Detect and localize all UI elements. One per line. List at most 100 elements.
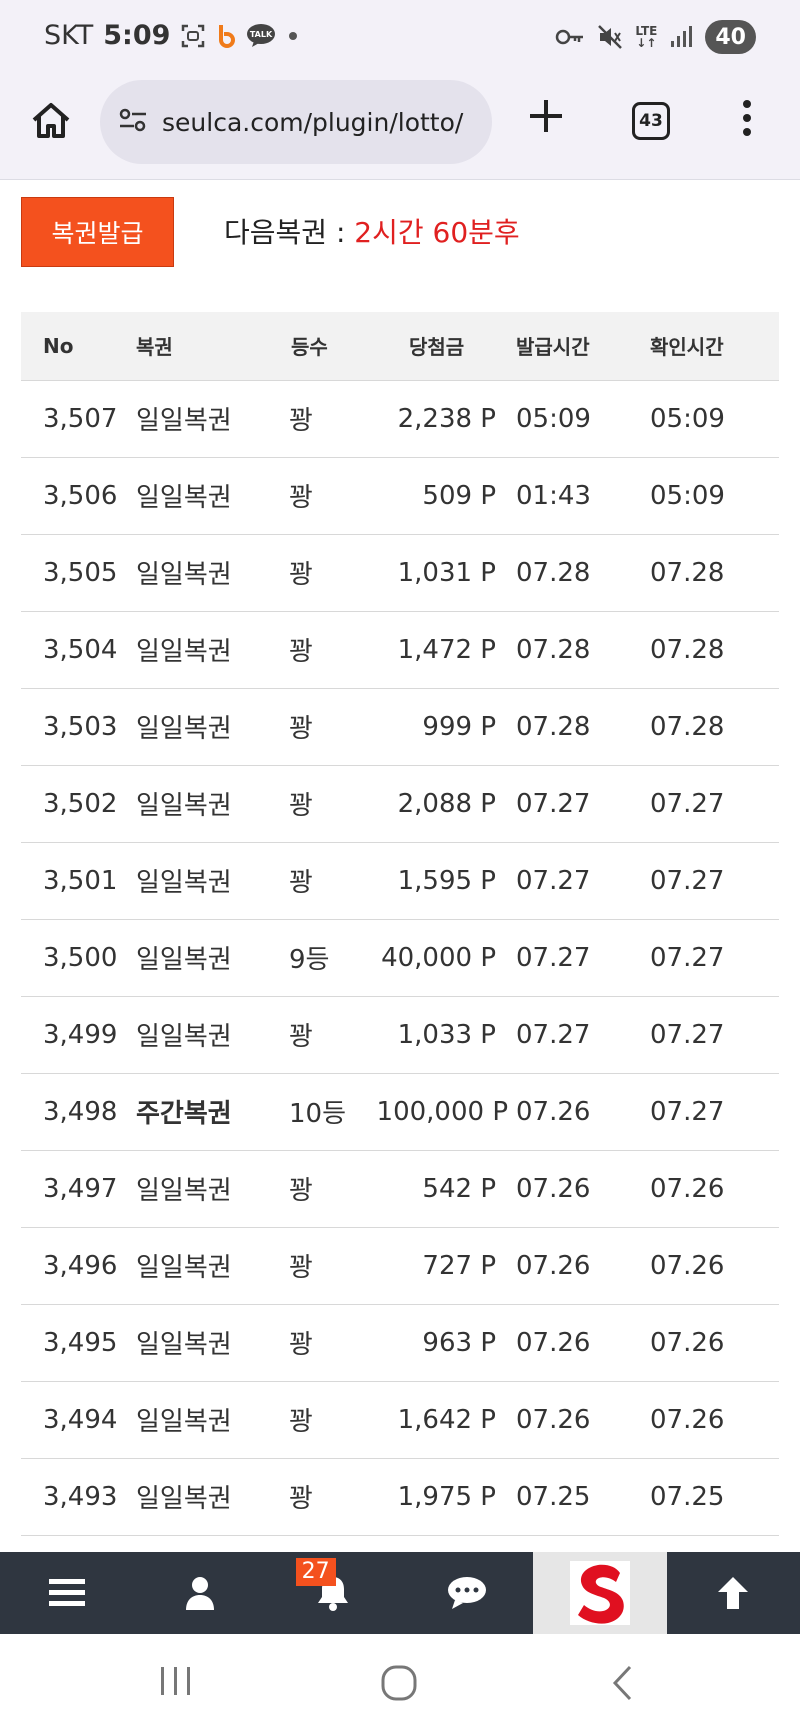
cell-type: 일일복권	[134, 380, 277, 458]
more-menu-icon[interactable]	[742, 100, 752, 140]
nav-scroll-top-button[interactable]	[667, 1552, 800, 1634]
cell-issued: 07.28	[508, 688, 634, 766]
cell-prize: 1,031 P	[375, 534, 508, 612]
home-button[interactable]	[28, 98, 74, 144]
cell-rank: 꽝	[277, 457, 375, 535]
cell-checked: 07.28	[634, 688, 779, 766]
cell-rank: 꽝	[277, 1304, 375, 1382]
table-row: 3,507 일일복권 꽝 2,238 P 05:09 05:09	[21, 380, 779, 458]
nav-site-logo[interactable]	[533, 1552, 667, 1634]
cell-checked: 05:09	[634, 380, 779, 458]
cell-type: 일일복권	[134, 534, 277, 612]
arrow-up-icon	[718, 1577, 749, 1609]
cell-no: 3,503	[21, 688, 134, 766]
cell-checked: 05:09	[634, 457, 779, 535]
cell-type: 일일복권	[134, 919, 277, 997]
network-type: LTE ↓↑	[635, 24, 658, 50]
cell-prize: 1,595 P	[375, 842, 508, 920]
cell-checked: 07.26	[634, 1150, 779, 1228]
column-header-rank: 등수	[277, 312, 375, 381]
signal-icon	[669, 25, 693, 49]
table-row: 3,506 일일복권 꽝 509 P 01:43 05:09	[21, 457, 779, 535]
new-tab-button[interactable]	[524, 94, 568, 144]
nav-chat-button[interactable]	[400, 1552, 533, 1634]
tab-switcher-button[interactable]: 43	[632, 102, 670, 140]
back-button[interactable]	[610, 1664, 636, 1706]
notification-count-badge: 27	[295, 1558, 336, 1586]
table-row: 3,504 일일복권 꽝 1,472 P 07.28 07.28	[21, 611, 779, 689]
column-header-prize: 당첨금	[375, 312, 508, 381]
cell-checked: 07.25	[634, 1458, 779, 1536]
dot-indicator-icon	[286, 29, 300, 43]
nav-user-button[interactable]	[133, 1552, 266, 1634]
cell-issued: 07.27	[508, 919, 634, 997]
cell-no: 3,505	[21, 534, 134, 612]
url-text[interactable]: seulca.com/plugin/lotto/	[162, 108, 463, 137]
cell-issued: 07.27	[508, 996, 634, 1074]
cell-rank: 꽝	[277, 1150, 375, 1228]
cell-rank: 꽝	[277, 380, 375, 458]
cell-checked: 07.27	[634, 765, 779, 843]
table-row: 3,499 일일복권 꽝 1,033 P 07.27 07.27	[21, 996, 779, 1074]
cell-prize: 40,000 P	[375, 919, 508, 997]
cell-prize: 2,238 P	[375, 380, 508, 458]
issue-lotto-button[interactable]: 복권발급	[21, 197, 174, 267]
cell-type: 일일복권	[134, 842, 277, 920]
cell-no: 3,501	[21, 842, 134, 920]
cell-no: 3,507	[21, 380, 134, 458]
cell-no: 3,499	[21, 996, 134, 1074]
clock: 5:09	[103, 20, 171, 51]
cell-rank: 10등	[277, 1073, 375, 1151]
carrier-label: SKT	[44, 20, 94, 51]
chat-icon	[447, 1577, 486, 1609]
cell-issued: 07.28	[508, 534, 634, 612]
cell-prize: 1,975 P	[375, 1458, 508, 1536]
column-header-type: 복권	[134, 312, 277, 381]
cell-no: 3,506	[21, 457, 134, 535]
cell-rank: 꽝	[277, 688, 375, 766]
cell-no: 3,504	[21, 611, 134, 689]
site-settings-icon[interactable]	[118, 105, 148, 139]
cell-issued: 07.26	[508, 1381, 634, 1459]
recent-apps-button[interactable]	[158, 1664, 194, 1702]
column-header-no: No	[21, 312, 134, 381]
column-header-issued: 발급시간	[508, 312, 634, 381]
cell-no: 3,502	[21, 765, 134, 843]
address-bar[interactable]: seulca.com/plugin/lotto/	[100, 80, 492, 164]
cell-type: 일일복권	[134, 1458, 277, 1536]
nav-menu-button[interactable]	[0, 1552, 133, 1634]
next-lotto-label: 다음복권 :	[224, 216, 355, 249]
user-icon	[185, 1577, 214, 1610]
cell-issued: 07.26	[508, 1150, 634, 1228]
cell-no: 3,493	[21, 1458, 134, 1536]
cell-issued: 01:43	[508, 457, 634, 535]
cell-type: 일일복권	[134, 765, 277, 843]
cell-no: 3,498	[21, 1073, 134, 1151]
cell-no: 3,500	[21, 919, 134, 997]
svg-text:TALK: TALK	[250, 30, 273, 39]
home-circle-icon	[381, 1665, 417, 1701]
cell-prize: 1,472 P	[375, 611, 508, 689]
table-row: 3,496 일일복권 꽝 727 P 07.26 07.26	[21, 1227, 779, 1305]
cell-issued: 07.27	[508, 765, 634, 843]
cell-prize: 727 P	[375, 1227, 508, 1305]
cell-type: 일일복권	[134, 1304, 277, 1382]
table-header-row: No 복권 등수 당첨금 발급시간 확인시간	[21, 312, 779, 381]
cell-prize: 509 P	[375, 457, 508, 535]
cell-prize: 542 P	[375, 1150, 508, 1228]
cell-checked: 07.26	[634, 1227, 779, 1305]
system-home-button[interactable]	[380, 1664, 418, 1706]
cell-rank: 꽝	[277, 534, 375, 612]
cell-rank: 꽝	[277, 1458, 375, 1536]
cell-type: 일일복권	[134, 611, 277, 689]
table-row: 3,495 일일복권 꽝 963 P 07.26 07.26	[21, 1304, 779, 1382]
cell-checked: 07.28	[634, 534, 779, 612]
cell-rank: 꽝	[277, 1227, 375, 1305]
cell-type: 일일복권	[134, 1381, 277, 1459]
cell-type: 일일복권	[134, 1227, 277, 1305]
mute-icon	[597, 24, 623, 50]
screenshot-icon	[180, 23, 206, 49]
nav-notification-button[interactable]: 27	[267, 1552, 400, 1634]
cell-no: 3,494	[21, 1381, 134, 1459]
next-lotto-time: 2시간 60분후	[354, 216, 520, 249]
